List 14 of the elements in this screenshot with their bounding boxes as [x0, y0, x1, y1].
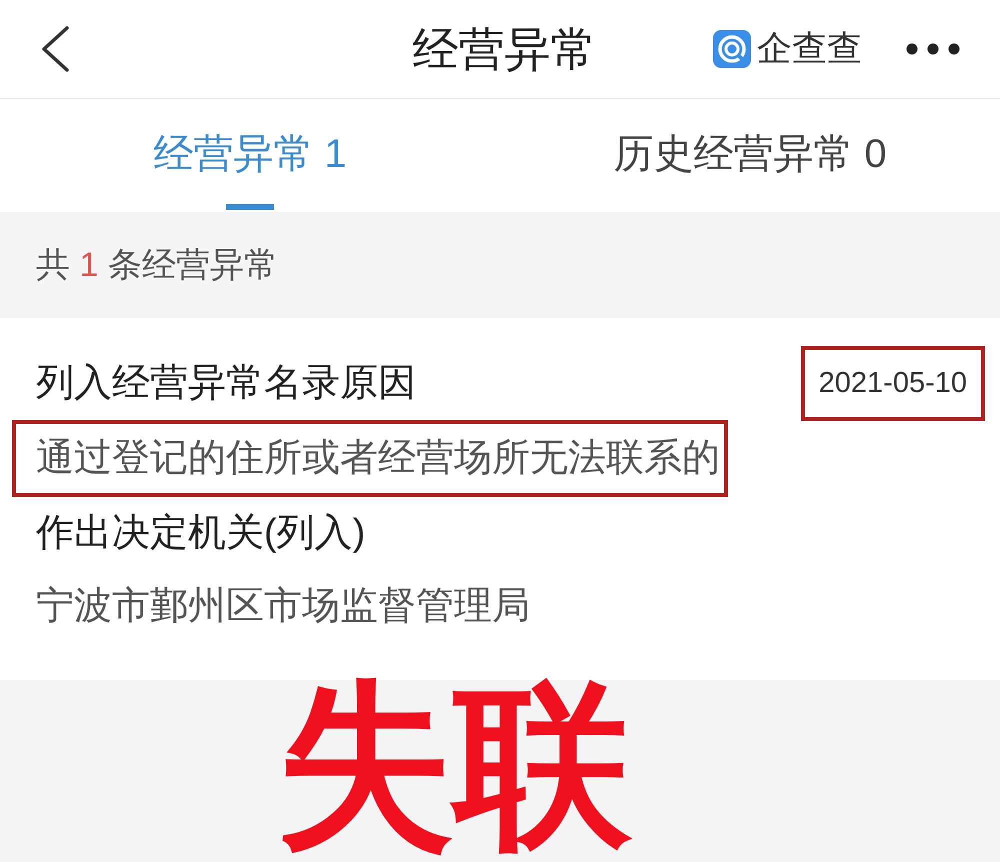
summary-text: 共 1 条经营异常	[36, 244, 278, 286]
record-date: 2021-05-10	[818, 366, 967, 401]
field-label: 作出决定机关(列入)	[36, 511, 366, 556]
brand-name: 企查查	[757, 28, 862, 70]
field-value: 通过登记的住所或者经营场所无法联系的	[36, 436, 720, 481]
field-value: 宁波市鄞州区市场监督管理局	[36, 584, 530, 628]
tab[interactable]: 经营异常 1	[0, 99, 500, 212]
tab-underline	[226, 204, 274, 210]
page-title: 经营异常	[412, 20, 596, 78]
logo-icon	[713, 30, 751, 68]
back-icon[interactable]	[40, 26, 70, 72]
more-icon[interactable]	[906, 43, 960, 55]
tab[interactable]: 历史经营异常 0	[500, 99, 1000, 212]
field-label: 列入经营异常名录原因	[36, 361, 416, 406]
